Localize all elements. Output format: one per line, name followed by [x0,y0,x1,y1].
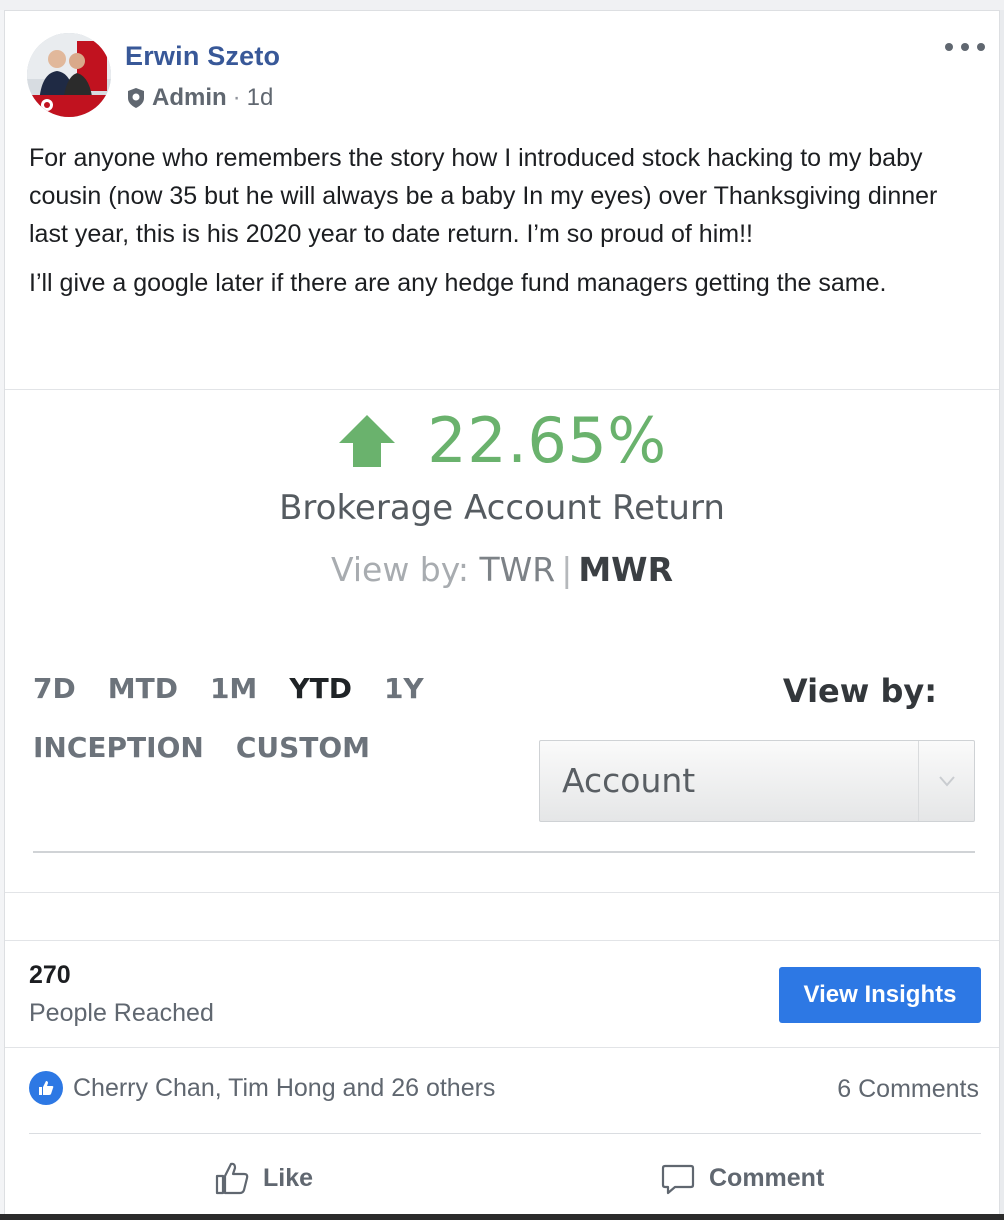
people-reached-count: 270 [29,961,71,989]
people-reached-label: People Reached [29,999,214,1027]
like-label: Like [263,1163,314,1192]
return-value: 22.65% [427,404,667,477]
post-text: For anyone who remembers the story how I… [29,139,979,313]
comments-count[interactable]: 6 Comments [837,1075,979,1104]
avatar[interactable] [27,33,111,117]
view-by-prefix: View by: [331,550,469,589]
view-by-separator: | [561,550,573,589]
attachment-footer-band [5,893,999,941]
admin-shield-icon [128,88,144,108]
up-arrow-icon [339,414,396,467]
period-1y[interactable]: 1Y [384,672,424,705]
period-7d[interactable]: 7D [33,672,76,705]
post-time[interactable]: 1d [247,84,274,112]
post-meta: Admin · 1d [126,83,273,113]
reaction-names[interactable]: Cherry Chan, Tim Hong and 26 others [73,1074,495,1103]
top-strip [0,0,1004,10]
view-by-title: View by: [782,672,937,710]
more-options-icon[interactable] [945,37,985,57]
view-by-mwr[interactable]: MWR [578,550,673,589]
divider [29,1133,981,1134]
post-card: Erwin Szeto Admin · 1d For anyone who re… [4,10,1000,1220]
period-mtd[interactable]: MTD [108,672,178,705]
meta-separator: · [232,84,241,111]
return-view-by: View by: TWR | MWR [5,550,999,589]
avatar-photo-icon [27,33,111,117]
period-inception[interactable]: INCEPTION [33,731,204,764]
post-paragraph: For anyone who remembers the story how I… [29,144,938,248]
attachment-divider [33,851,975,853]
comment-label: Comment [709,1163,825,1192]
author-name[interactable]: Erwin Szeto [125,41,280,72]
divider [5,1047,999,1048]
attached-image[interactable]: 22.65% Brokerage Account Return View by:… [5,389,999,893]
period-custom[interactable]: CUSTOM [236,731,370,764]
period-1m[interactable]: 1M [210,672,257,705]
bottom-edge [0,1214,1004,1220]
comment-button[interactable]: Comment [659,1155,824,1201]
period-ytd[interactable]: YTD [289,672,352,705]
return-label: Brokerage Account Return [279,488,725,528]
comment-icon [661,1164,695,1195]
period-selector: 7D MTD 1M YTD 1Y INCEPTION CUSTOM [33,672,453,790]
view-insights-button[interactable]: View Insights [779,967,981,1023]
post-paragraph: I’ll give a google later if there are an… [29,269,887,297]
admin-badge: Admin [152,84,227,111]
like-thumb-icon [29,1071,63,1105]
account-select-value: Account [562,761,696,800]
view-by-twr[interactable]: TWR [480,550,556,589]
reaction-summary[interactable]: Cherry Chan, Tim Hong and 26 others [29,1071,495,1105]
account-select[interactable]: Account [539,740,975,822]
return-row: 22.65% [5,404,999,477]
like-button[interactable]: Like [213,1155,313,1201]
like-icon [215,1162,249,1195]
chevron-down-icon[interactable] [918,741,974,821]
